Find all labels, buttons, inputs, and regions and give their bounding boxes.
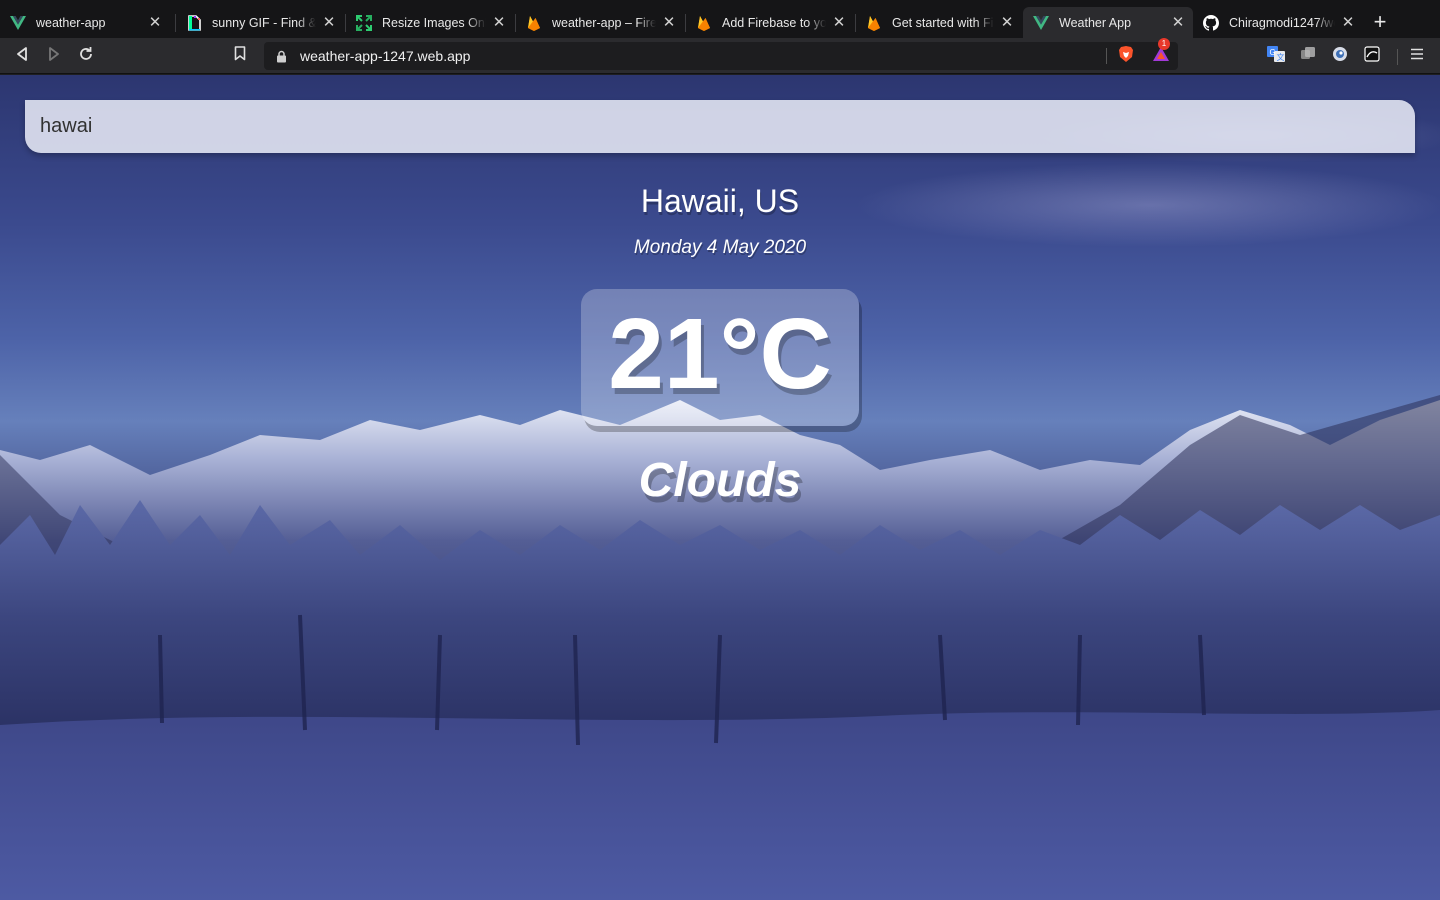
extensions-icon <box>1300 46 1316 67</box>
tab-title: sunny GIF - Find & Share on GIPHY <box>212 15 316 30</box>
city-search-input[interactable] <box>25 100 1415 153</box>
bookmark-button[interactable] <box>228 44 252 68</box>
address-text: weather-app-1247.web.app <box>300 48 471 64</box>
close-tab-icon[interactable]: ✕ <box>322 15 336 30</box>
circle-extension[interactable] <box>1328 44 1352 68</box>
forward-button[interactable] <box>42 44 66 68</box>
address-bar[interactable]: weather-app-1247.web.app <box>264 42 1178 70</box>
giphy-icon <box>186 14 202 31</box>
tab-strip: weather-app ✕ sunny GIF - Find & Share o… <box>0 0 1440 38</box>
close-tab-icon[interactable]: ✕ <box>492 15 506 30</box>
tab-firebase-hosting[interactable]: Get started with Firebase Hosting ✕ <box>856 7 1022 38</box>
tab-title: Chiragmodi1247/weather-app <box>1229 15 1335 30</box>
close-tab-icon[interactable]: ✕ <box>1171 15 1185 30</box>
dark-mode-extension[interactable] <box>1360 44 1384 68</box>
rewards-badge: 1 <box>1158 38 1170 50</box>
tab-title: Get started with Firebase Hosting <box>892 15 994 30</box>
tab-sunny-gif[interactable]: sunny GIF - Find & Share on GIPHY ✕ <box>176 7 344 38</box>
back-arrow-icon <box>15 46 29 66</box>
firebase-icon <box>526 15 542 31</box>
hamburger-menu-icon <box>1410 47 1424 65</box>
tab-title: weather-app – Firebase <box>552 15 656 30</box>
dark-reader-icon <box>1364 45 1380 67</box>
forward-arrow-icon <box>47 46 61 66</box>
brave-rewards-button[interactable]: 1 <box>1148 38 1174 68</box>
menu-button[interactable] <box>1405 44 1429 68</box>
back-button[interactable] <box>10 44 34 68</box>
close-tab-icon[interactable]: ✕ <box>1000 15 1014 30</box>
resize-icon <box>356 14 372 31</box>
tab-firebase-console[interactable]: weather-app – Firebase ✕ <box>516 7 684 38</box>
firebase-icon <box>866 15 882 31</box>
close-tab-icon[interactable]: ✕ <box>148 15 162 30</box>
circle-extension-icon <box>1332 46 1348 67</box>
tab-title: Resize Images Online <box>382 15 486 30</box>
puzzle-extension[interactable] <box>1296 44 1320 68</box>
svg-text:文: 文 <box>1277 52 1285 62</box>
tab-weather-app-active[interactable]: Weather App ✕ <box>1023 7 1193 38</box>
vue-icon <box>10 15 26 31</box>
tab-resize-images[interactable]: Resize Images Online ✕ <box>346 7 514 38</box>
bookmark-icon <box>234 46 246 66</box>
github-icon <box>1203 14 1219 31</box>
new-tab-button[interactable]: + <box>1368 10 1392 34</box>
current-date: Monday 4 May 2020 <box>633 237 807 258</box>
tab-add-firebase[interactable]: Add Firebase to your JavaScript project … <box>686 7 854 38</box>
weather-condition: Clouds <box>638 454 802 507</box>
temperature-value: 21°C <box>608 298 832 410</box>
brave-shields-button[interactable] <box>1114 44 1138 68</box>
location-name: Hawaii, US <box>640 183 800 219</box>
firebase-icon <box>696 15 712 31</box>
brave-lion-icon <box>1118 45 1134 68</box>
address-divider <box>1106 48 1107 64</box>
weather-app-page: Hawaii, US Monday 4 May 2020 21°C Clouds <box>0 75 1440 900</box>
toolbar-divider <box>1397 49 1398 65</box>
reload-button[interactable] <box>74 44 98 68</box>
close-tab-icon[interactable]: ✕ <box>662 15 676 30</box>
reload-icon <box>78 46 94 67</box>
tab-github-repo[interactable]: Chiragmodi1247/weather-app ✕ <box>1193 7 1363 38</box>
tab-title: Add Firebase to your JavaScript project <box>722 15 826 30</box>
lock-icon <box>274 49 288 63</box>
tab-title: Weather App <box>1059 15 1132 30</box>
translate-icon: G文 <box>1267 45 1285 67</box>
close-tab-icon[interactable]: ✕ <box>832 15 846 30</box>
svg-text:G: G <box>1270 48 1276 57</box>
vue-icon <box>1033 15 1049 31</box>
tab-title: weather-app <box>36 15 106 30</box>
tab-weather-app[interactable]: weather-app ✕ <box>0 7 170 38</box>
browser-toolbar: weather-app-1247.web.app 1 G文 <box>0 38 1440 74</box>
google-translate-extension[interactable]: G文 <box>1264 44 1288 68</box>
close-tab-icon[interactable]: ✕ <box>1341 15 1355 30</box>
